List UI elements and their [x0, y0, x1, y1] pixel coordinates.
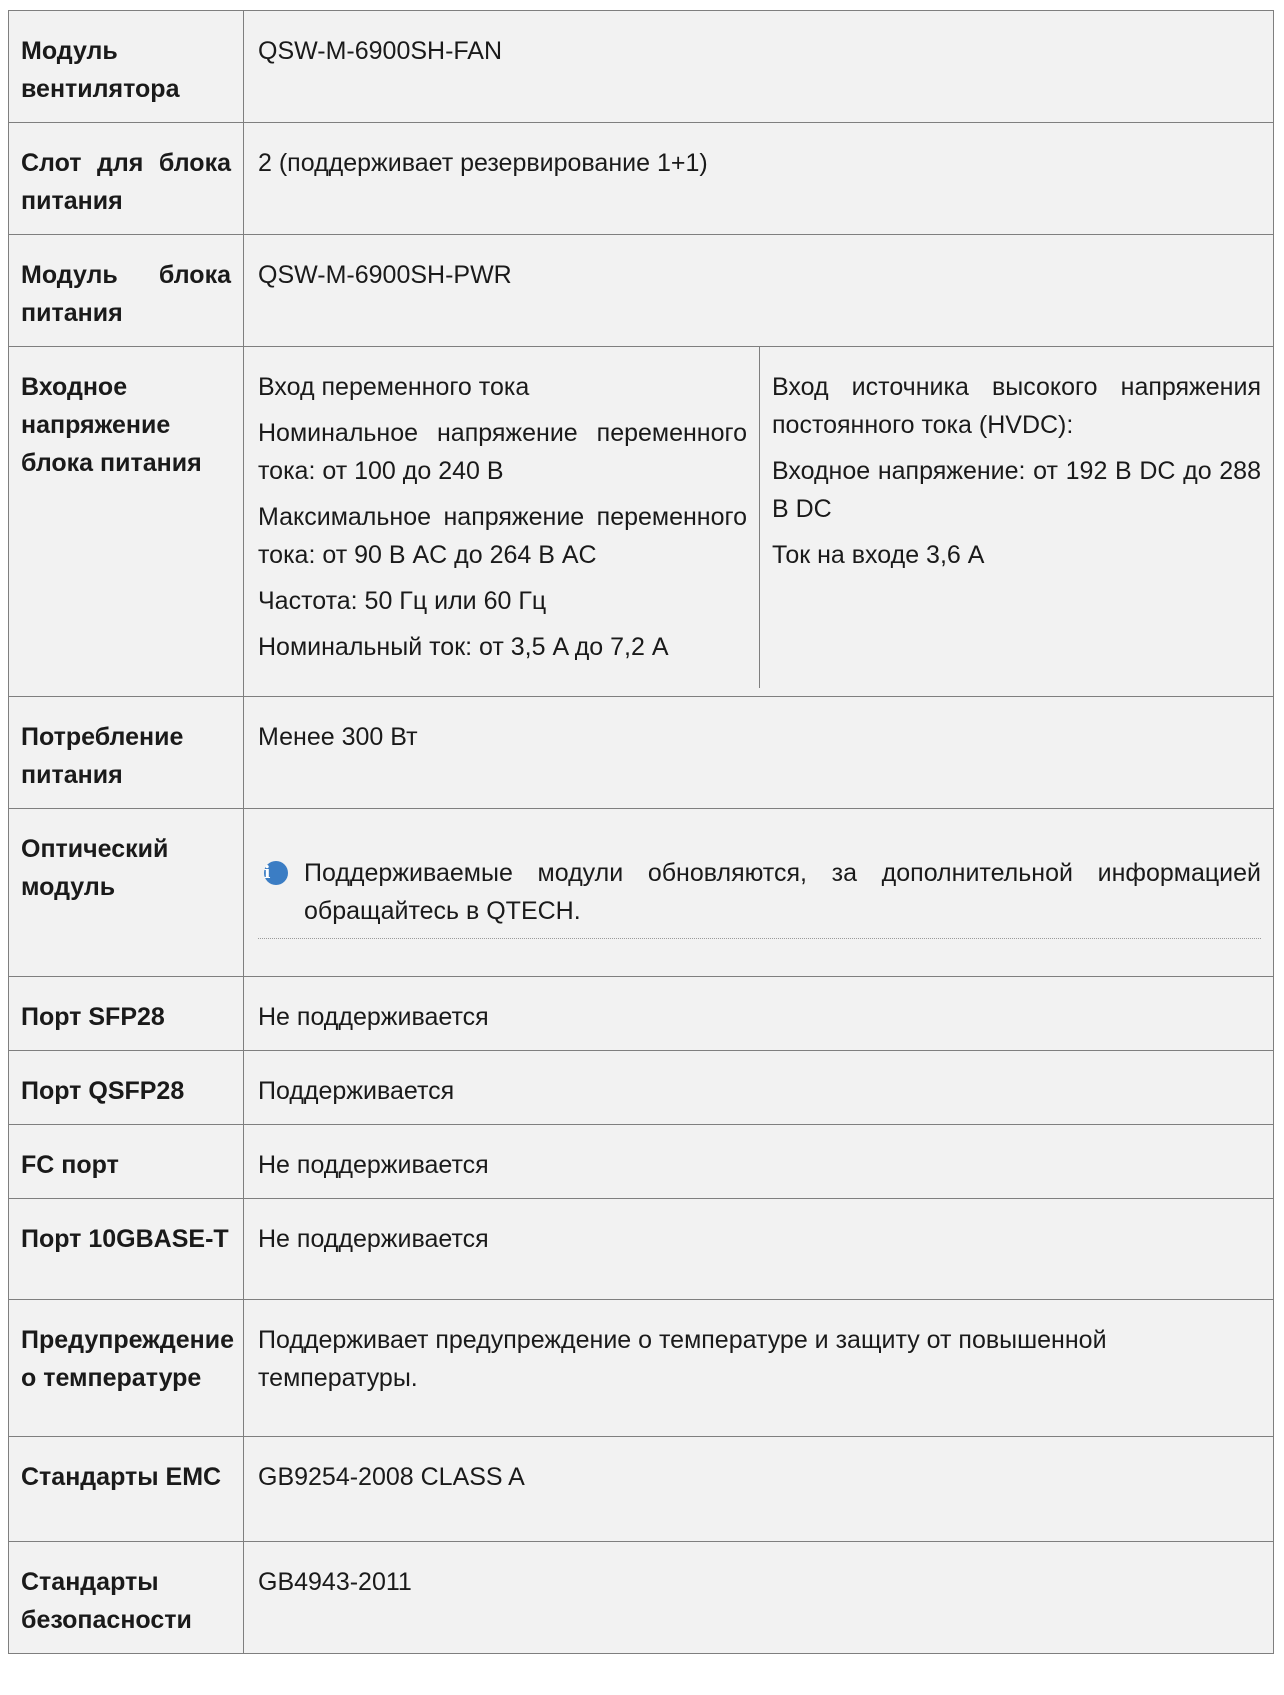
hvdc-input-line: Входное напряжение: от 192 В DC до 288 В…: [772, 457, 1261, 523]
ac-input-line: Номинальное напряжение переменного тока:…: [258, 419, 747, 485]
row-value: Поддерживает предупреждение о температур…: [243, 1299, 1274, 1437]
table-row: Оптический модуль i Поддерживаемые модул…: [8, 808, 1274, 977]
row-label: Предупреждение о температуре: [8, 1299, 244, 1437]
row-label: FC порт: [8, 1124, 244, 1199]
row-value: 2 (поддерживает резервирование 1+1): [243, 122, 1274, 235]
optical-module-cell: i Поддерживаемые модули обновляются, за …: [243, 808, 1274, 977]
table-row: Модуль блока питания QSW-M-6900SH-PWR: [8, 234, 1274, 347]
table-row: Порт QSFP28 Поддерживается: [8, 1050, 1274, 1125]
power-input-cell: Вход переменного тока Номинальное напряж…: [243, 346, 1274, 697]
row-value: QSW-M-6900SH-PWR: [243, 234, 1274, 347]
row-value: Не поддерживается: [243, 1124, 1274, 1199]
row-value: GB4943-2011: [243, 1541, 1274, 1654]
table-row: Слот для блока питания 2 (поддерживает р…: [8, 122, 1274, 235]
row-label: Порт QSFP28: [8, 1050, 244, 1125]
table-row: Потребление питания Менее 300 Вт: [8, 696, 1274, 809]
info-note-text: Поддерживаемые модули обновляются, за до…: [304, 859, 1261, 925]
row-value: GB9254-2008 CLASS A: [243, 1436, 1274, 1542]
power-input-split: Вход переменного тока Номинальное напряж…: [244, 347, 1273, 688]
row-label: Порт 10GBASE-T: [8, 1198, 244, 1300]
table-row: FC порт Не поддерживается: [8, 1124, 1274, 1199]
row-label: Модуль блока питания: [8, 234, 244, 347]
table-row: Стандарты EMC GB9254-2008 CLASS A: [8, 1436, 1274, 1542]
row-label: Порт SFP28: [8, 976, 244, 1051]
row-label: Стандарты EMC: [8, 1436, 244, 1542]
table-row: Предупреждение о температуре Поддерживае…: [8, 1299, 1274, 1437]
row-label: Слот для блока питания: [8, 122, 244, 235]
row-label: Потребление питания: [8, 696, 244, 809]
ac-input-line: Максимальное напряжение переменного тока…: [258, 503, 747, 569]
table-row: Входное напряжение блока питания Вход пе…: [8, 346, 1274, 697]
hvdc-input-title: Вход источника высокого напряжения посто…: [772, 373, 1261, 439]
table-row: Порт SFP28 Не поддерживается: [8, 976, 1274, 1051]
row-label: Модуль вентилятора: [8, 10, 244, 123]
row-value: QSW-M-6900SH-FAN: [243, 10, 1274, 123]
row-value: Менее 300 Вт: [243, 696, 1274, 809]
ac-input-column: Вход переменного тока Номинальное напряж…: [244, 347, 759, 688]
table-row: Модуль вентилятора QSW-M-6900SH-FAN: [8, 10, 1274, 123]
ac-input-line: Частота: 50 Гц или 60 Гц: [258, 587, 547, 615]
info-note: i Поддерживаемые модули обновляются, за …: [258, 854, 1261, 939]
row-label: Оптический модуль: [8, 808, 244, 977]
row-value: Не поддерживается: [243, 1198, 1274, 1300]
info-icon: i: [264, 861, 288, 885]
row-value: Не поддерживается: [243, 976, 1274, 1051]
hvdc-input-line: Ток на входе 3,6 А: [772, 541, 985, 569]
ac-input-title: Вход переменного тока: [258, 373, 530, 401]
row-label: Входное напряжение блока питания: [8, 346, 244, 697]
ac-input-line: Номинальный ток: от 3,5 A до 7,2 A: [258, 633, 669, 661]
specifications-table: Модуль вентилятора QSW-M-6900SH-FAN Слот…: [8, 10, 1274, 1654]
table-row: Порт 10GBASE-T Не поддерживается: [8, 1198, 1274, 1300]
table-row: Стандарты безопасности GB4943-2011: [8, 1541, 1274, 1654]
row-value: Поддерживается: [243, 1050, 1274, 1125]
hvdc-input-column: Вход источника высокого напряжения посто…: [759, 347, 1273, 688]
row-label: Стандарты безопасности: [8, 1541, 244, 1654]
